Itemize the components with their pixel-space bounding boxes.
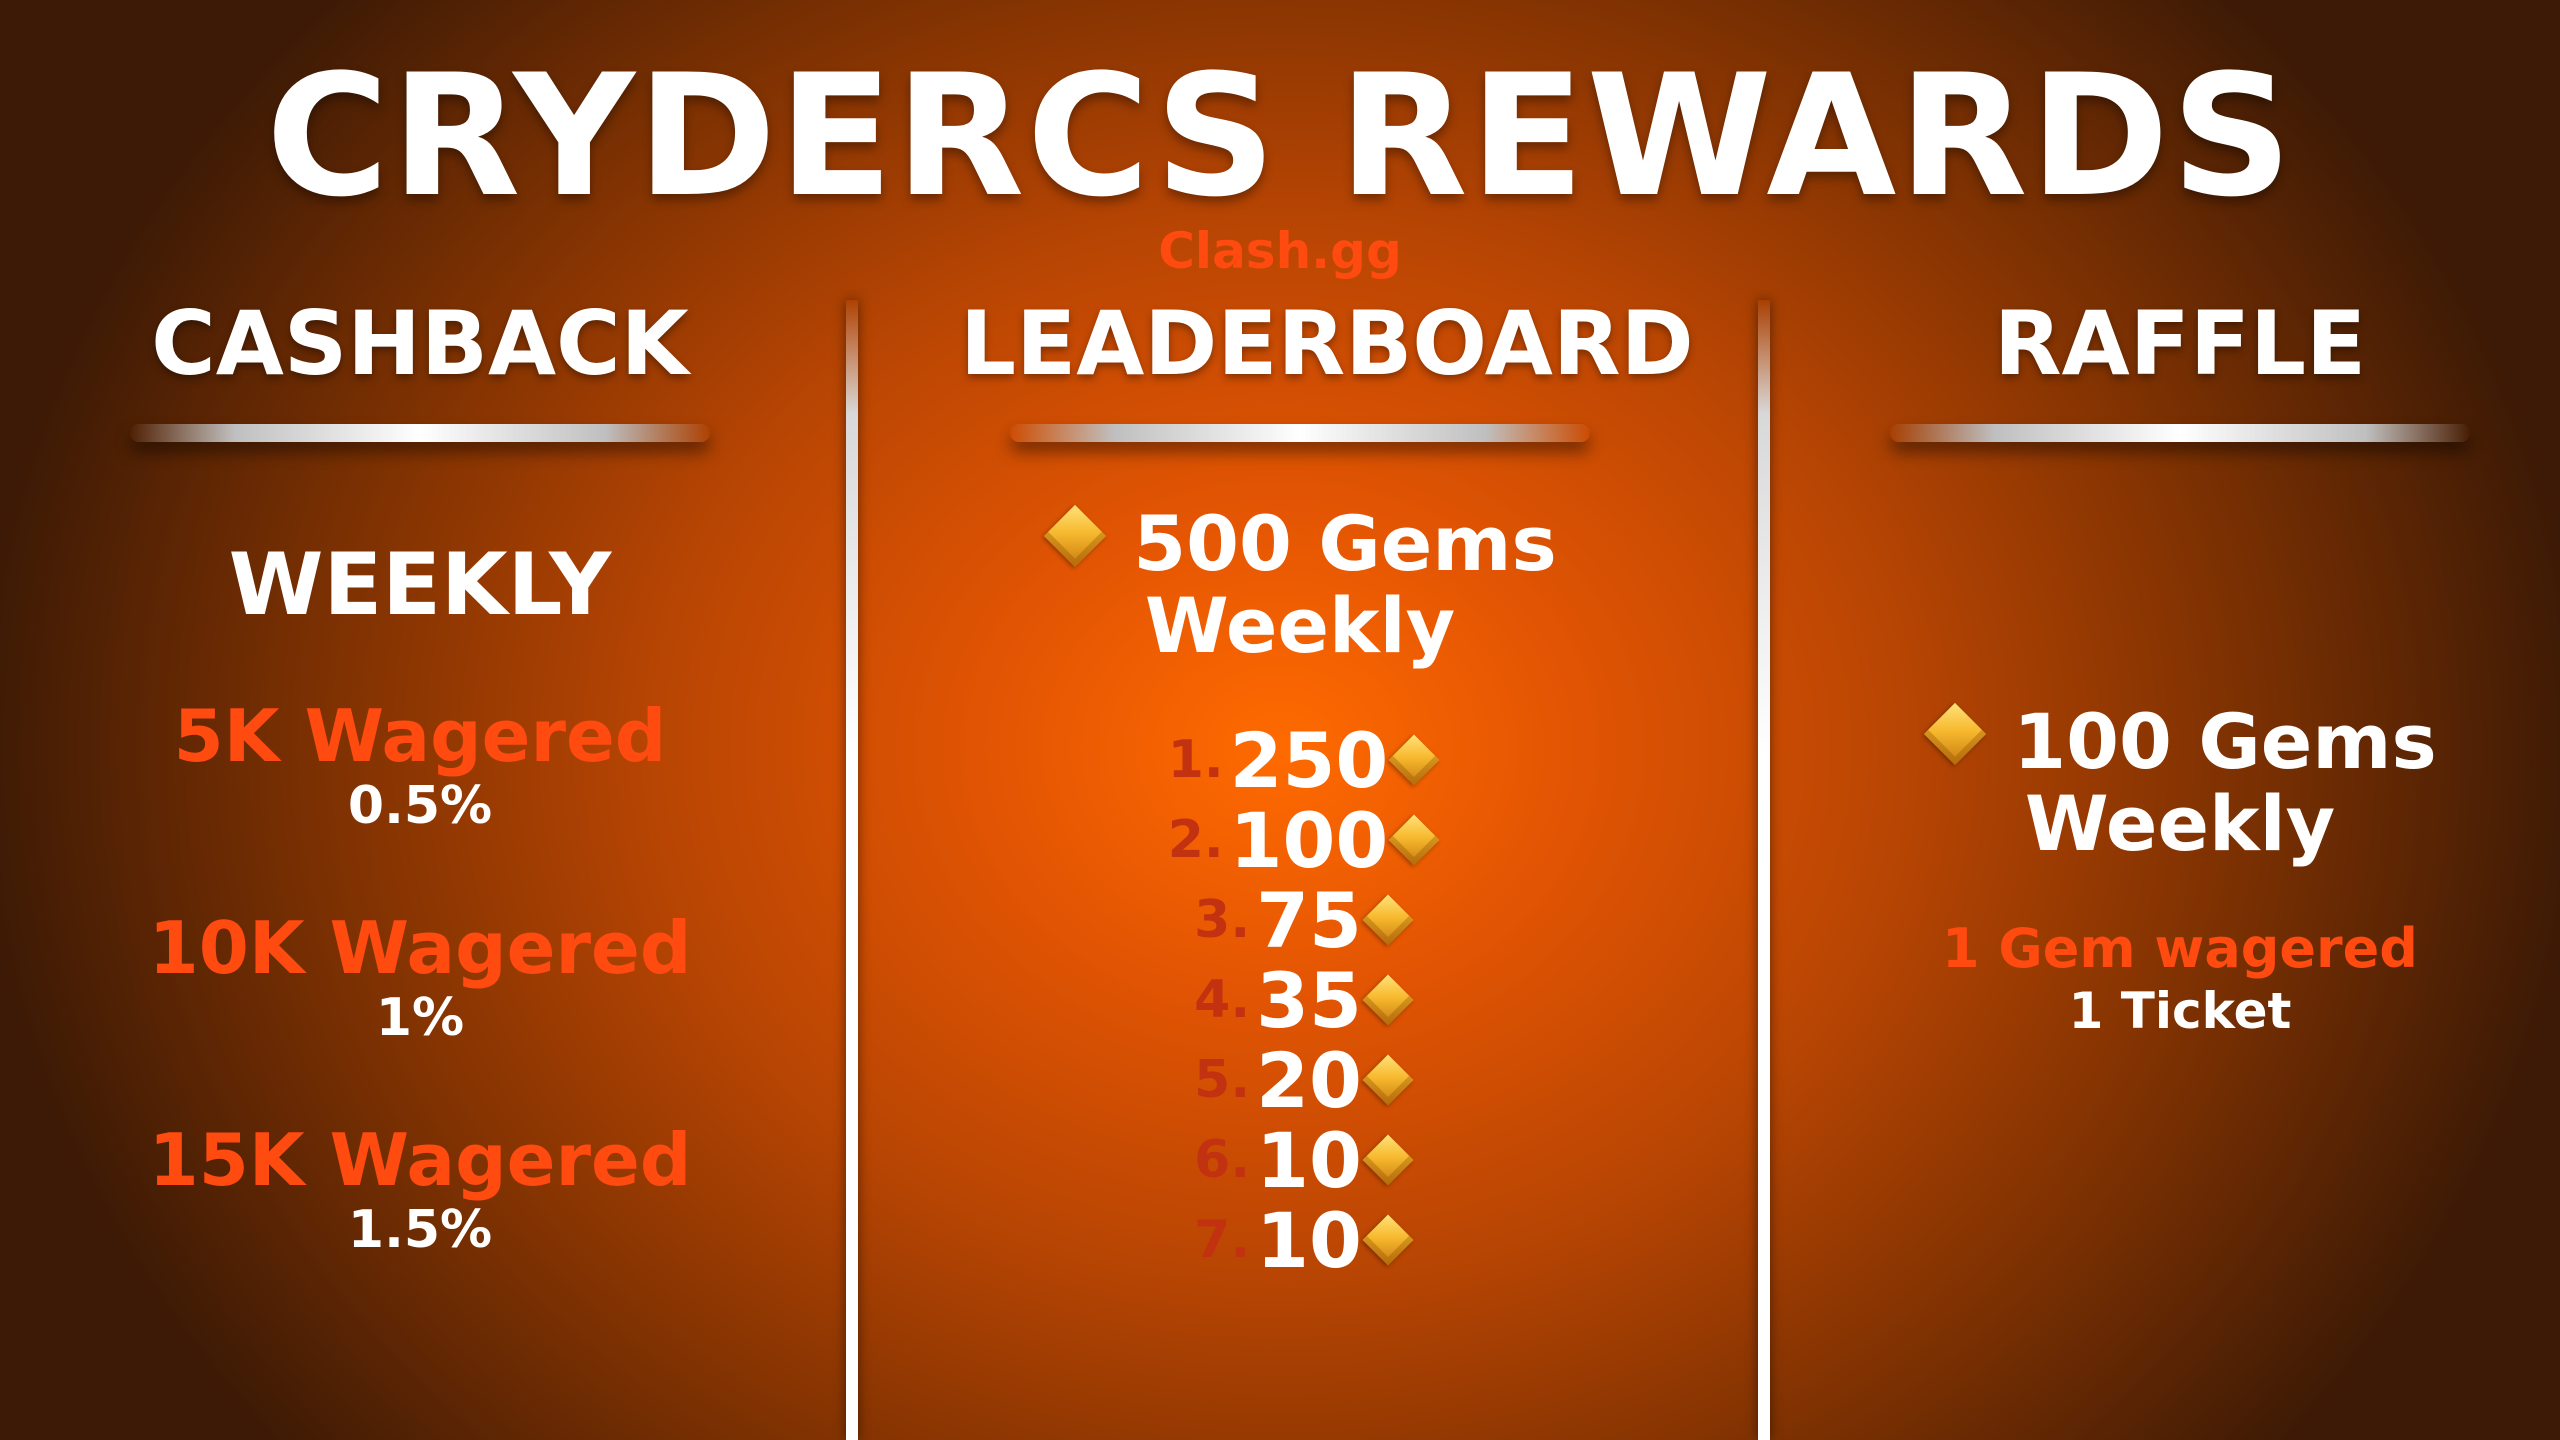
gem-icon [1388,734,1440,786]
leaderboard-rank-row: 2. 100 [960,796,1640,885]
raffle-prize: 100 Gems [1880,702,2480,782]
leaderboard-underline [1010,424,1590,442]
gem-icon [1362,894,1414,946]
cashback-tier-value: 0.5% [347,776,493,836]
cashback-tier-label: 5K Wagered [173,694,667,778]
cashback-underline [130,424,710,442]
cashback-heading: CASHBACK [151,292,689,395]
leaderboard-period: Weekly [1144,581,1456,670]
gem-icon [1362,1134,1414,1186]
cashback-tier: 10K Wagered 1% [120,912,720,1044]
rank-number: 3. [1194,890,1251,950]
rank-number: 6. [1194,1130,1251,1190]
leaderboard-rank-row: 3. 75 [960,876,1640,965]
cashback-tier-label: 15K Wagered [148,1118,692,1202]
cashback-tier-label: 10K Wagered [148,906,692,990]
leaderboard-rank-row: 1. 250 [960,716,1640,805]
gem-icon [1362,1214,1414,1266]
brand-subtitle: Clash.gg [1158,222,1402,280]
leaderboard-prize: 500 Gems [960,504,1640,584]
rank-number: 2. [1167,810,1224,870]
cashback-tier: 5K Wagered 0.5% [120,700,720,832]
cashback-tier-value: 1% [375,988,465,1048]
rank-reward: 10 [1256,1115,1362,1205]
rank-number: 5. [1194,1050,1251,1110]
raffle-rule-value: 1 Ticket [2068,982,2292,1040]
divider-right [1758,300,1770,1440]
cashback-column: CASHBACK WEEKLY 5K Wagered 0.5% 10K Wage… [120,300,720,1256]
gem-icon [1043,504,1123,584]
rank-reward: 250 [1229,715,1389,805]
leaderboard-ranks: 1. 250 2. 100 3. 75 4. 35 5. 20 6. 10 7.… [960,716,1640,1285]
rank-reward: 100 [1229,795,1389,885]
leaderboard-heading: LEADERBOARD [960,292,1694,395]
leaderboard-rank-row: 5. 20 [960,1036,1640,1125]
leaderboard-column: LEADERBOARD 500 Gems Weekly 1. 250 2. 10… [960,292,1694,1285]
raffle-column: RAFFLE 100 Gems Weekly 1 Gem wagered 1 T… [1880,300,2480,1036]
page-title: CRYDERCS REWARDS [265,38,2295,234]
raffle-prize-amount: 100 Gems [2013,697,2437,786]
rank-reward: 10 [1256,1195,1362,1285]
divider-left [846,300,858,1440]
leaderboard-rank-row: 4. 35 [960,956,1640,1045]
rank-reward: 35 [1256,955,1362,1045]
rank-number: 7. [1194,1210,1251,1270]
raffle-rule-label: 1 Gem wagered [1942,917,2418,980]
cashback-tier-value: 1.5% [347,1200,493,1260]
leaderboard-rank-row: 7. 10 [960,1196,1640,1285]
raffle-underline [1890,424,2470,442]
raffle-heading: RAFFLE [1993,292,2367,395]
cashback-period: WEEKLY [228,535,612,635]
leaderboard-prize-amount: 500 Gems [1133,499,1557,588]
leaderboard-rank-row: 6. 10 [960,1116,1640,1205]
gem-icon [1388,814,1440,866]
cashback-tier: 15K Wagered 1.5% [120,1124,720,1256]
gem-icon [1923,702,2003,782]
rank-reward: 75 [1256,875,1362,965]
rank-number: 1. [1167,730,1224,790]
raffle-period: Weekly [2024,779,2336,868]
gem-icon [1362,974,1414,1026]
gem-icon [1362,1054,1414,1106]
rank-number: 4. [1194,970,1251,1030]
rank-reward: 20 [1256,1035,1362,1125]
